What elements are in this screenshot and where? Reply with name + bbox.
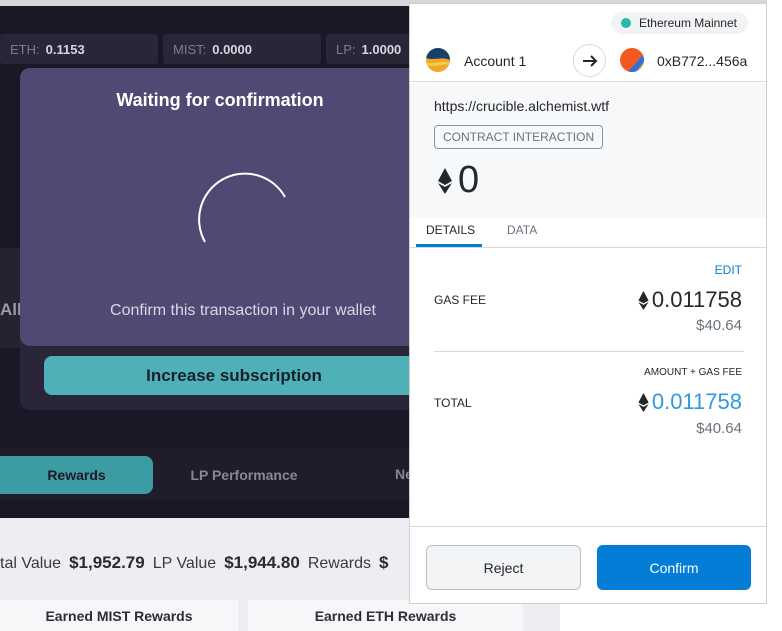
transaction-summary: https://crucible.alchemist.wtf CONTRACT …	[410, 83, 766, 218]
metamask-popup: Ethereum Mainnet Account 1 0xB772...456a…	[409, 3, 767, 604]
confirm-button[interactable]: Confirm	[597, 545, 751, 590]
gas-fee-label: GAS FEE	[434, 293, 487, 307]
partial-heading: All	[0, 300, 22, 319]
total-usd: $40.64	[696, 420, 742, 437]
lp-value-label: LP Value	[152, 555, 217, 572]
total-eth: 0.011758	[638, 389, 742, 415]
network-badge[interactable]: Ethereum Mainnet	[610, 12, 748, 34]
total-eth-value: 0.011758	[651, 389, 742, 414]
recipient-avatar-icon	[620, 48, 644, 72]
increase-subscription-button[interactable]: Increase subscription	[44, 356, 424, 395]
reject-button[interactable]: Reject	[426, 545, 581, 590]
recipient-address[interactable]: 0xB772...456a	[657, 53, 747, 69]
active-tab-indicator	[416, 244, 482, 247]
tab-lp-performance[interactable]: LP Performance	[170, 456, 318, 494]
lp-value: $1,944.80	[224, 553, 300, 572]
eth-balance: ETH: 0.1153	[0, 34, 158, 64]
total-value-label: tal Value	[0, 555, 62, 572]
arrow-right-icon	[573, 44, 606, 77]
gas-fee-eth: 0.011758	[638, 287, 742, 313]
gas-fee-eth-value: 0.011758	[651, 287, 742, 312]
divider	[434, 351, 744, 352]
modal-message: Confirm this transaction in your wallet	[110, 302, 376, 319]
eth-diamond-icon	[438, 167, 452, 194]
eth-diamond-icon	[638, 290, 649, 310]
page-margin	[560, 604, 782, 631]
account-avatar-icon	[426, 48, 450, 72]
detail-tabs: DETAILS DATA	[410, 218, 766, 248]
amount-plus-gas-label: AMOUNT + GAS FEE	[644, 367, 742, 378]
tab-details[interactable]: DETAILS	[426, 223, 475, 237]
tab-data[interactable]: DATA	[507, 223, 537, 237]
rewards-label: Rewards	[307, 555, 371, 572]
network-status-dot-icon	[620, 18, 631, 28]
gas-fee-usd: $40.64	[696, 317, 742, 334]
background-panel	[0, 248, 20, 348]
amount-display: 0	[438, 159, 479, 202]
mist-balance: MIST: 0.0000	[163, 34, 321, 64]
edit-gas-link[interactable]: EDIT	[715, 263, 742, 277]
loading-spinner-icon	[198, 172, 286, 243]
earned-mist-card: Earned MIST Rewards	[0, 600, 238, 631]
rewards-value: $	[378, 553, 389, 572]
account-row: Account 1 0xB772...456a	[410, 42, 766, 82]
network-name: Ethereum Mainnet	[638, 16, 737, 30]
popup-footer: Reject Confirm	[410, 526, 766, 603]
eth-diamond-icon	[638, 392, 649, 412]
total-label: TOTAL	[434, 396, 472, 410]
contract-interaction-badge: CONTRACT INTERACTION	[434, 125, 604, 149]
modal-title: Waiting for confirmation	[116, 90, 324, 110]
from-account-name: Account 1	[464, 53, 527, 69]
page-margin-right	[767, 0, 782, 631]
stats-line: tal Value $1,952.79 LP Value $1,944.80 Rewar…	[0, 553, 396, 573]
origin-url: https://crucible.alchemist.wtf	[434, 98, 610, 114]
earned-eth-card: Earned ETH Rewards	[248, 600, 523, 631]
total-value: $1,952.79	[69, 553, 145, 572]
waiting-modal: Waiting for confirmation Confirm this tr…	[20, 68, 420, 346]
amount-value: 0	[458, 159, 480, 201]
tab-rewards[interactable]: Rewards	[0, 456, 153, 494]
